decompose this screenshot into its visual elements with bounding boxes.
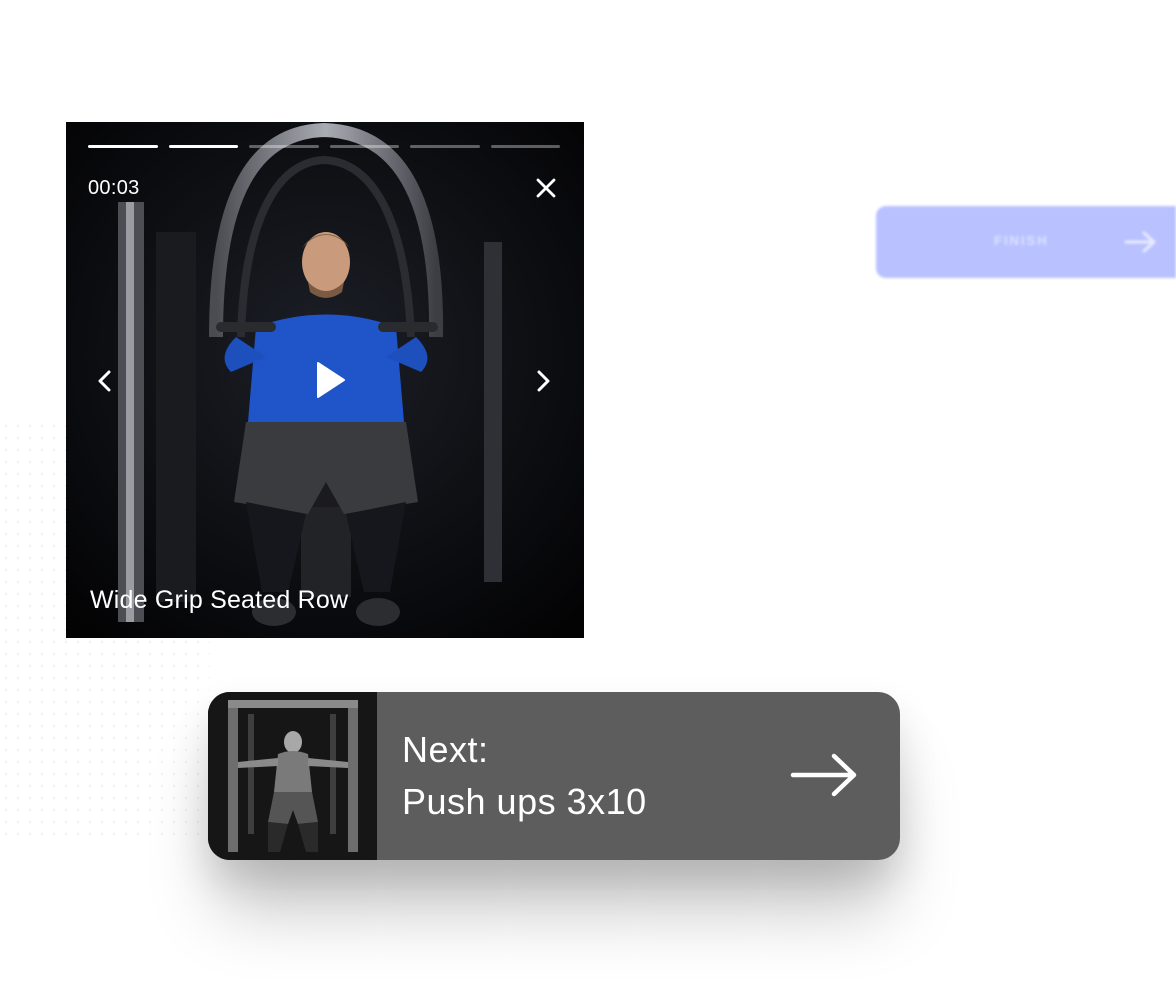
- next-label: Next:: [402, 729, 489, 770]
- video-progress-bar: [88, 145, 560, 149]
- progress-segment: [329, 145, 399, 148]
- finish-button-label: FINISH: [994, 233, 1049, 248]
- close-icon[interactable]: [534, 176, 558, 200]
- next-exercise-name: Push ups 3x10: [402, 781, 647, 822]
- arrow-right-icon[interactable]: [790, 752, 860, 798]
- progress-segment: [88, 145, 158, 148]
- progress-segment: [410, 145, 480, 148]
- exercise-video-player[interactable]: 00:03 Wide Grip Seated Row: [66, 122, 584, 638]
- exercise-title: Wide Grip Seated Row: [90, 586, 349, 614]
- arrow-right-icon: [1124, 231, 1156, 253]
- finish-button[interactable]: FINISH: [876, 206, 1176, 278]
- next-exercise-card[interactable]: Next: Push ups 3x10: [208, 692, 900, 860]
- progress-segment: [168, 145, 238, 148]
- chevron-right-icon[interactable]: [528, 366, 558, 396]
- play-icon[interactable]: [310, 360, 350, 400]
- progress-segment: [490, 145, 560, 148]
- chevron-left-icon[interactable]: [90, 366, 120, 396]
- video-timer: 00:03: [88, 177, 140, 199]
- next-exercise-thumbnail: [208, 692, 377, 860]
- progress-segment: [249, 145, 319, 148]
- next-exercise-text: Next: Push ups 3x10: [402, 724, 647, 828]
